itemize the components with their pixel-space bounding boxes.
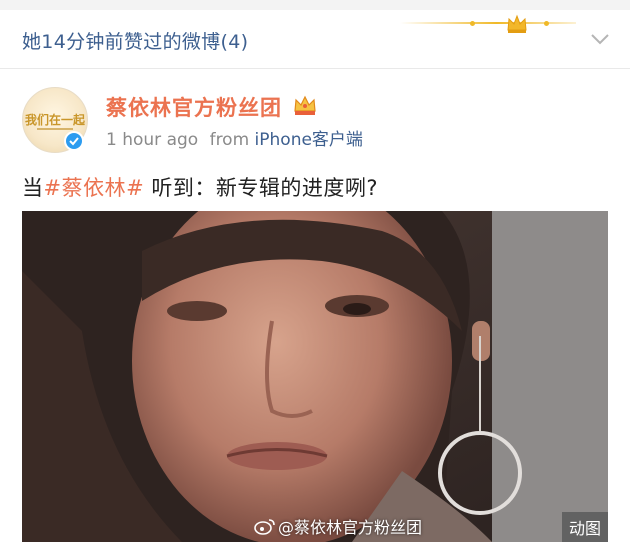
post-time: 1 hour ago	[106, 130, 199, 150]
verified-icon	[66, 133, 82, 149]
chevron-down-icon[interactable]	[590, 32, 610, 46]
post-author-name[interactable]: 蔡依林官方粉丝团	[106, 92, 282, 122]
post-text-suffix: 听到：新专辑的进度咧?	[144, 176, 379, 200]
post-gif-image[interactable]: @蔡依林官方粉丝团 动图	[22, 211, 608, 542]
decor-line	[400, 22, 576, 24]
decor-dot	[470, 21, 475, 26]
member-crown-icon[interactable]	[292, 94, 318, 116]
top-strip	[0, 0, 630, 10]
liked-posts-title: 她14分钟前赞过的微博(4)	[22, 31, 249, 53]
gif-badge: 动图	[562, 512, 608, 542]
verified-badge	[64, 131, 84, 151]
weibo-logo-icon	[254, 519, 275, 535]
decor-dot	[544, 21, 549, 26]
watermark-text: @蔡依林官方粉丝团	[278, 518, 423, 537]
post-source[interactable]: iPhone客户端	[255, 130, 363, 150]
hashtag-link[interactable]: #蔡依林#	[44, 176, 145, 200]
crown-icon	[507, 14, 527, 33]
gif-frame	[22, 211, 608, 542]
post-meta: 1 hour ago from iPhone客户端	[106, 125, 363, 150]
post-from-label: from	[209, 130, 250, 150]
post-text: 当#蔡依林# 听到：新专辑的进度咧?	[22, 172, 378, 202]
watermark: @蔡依林官方粉丝团	[254, 514, 422, 538]
liked-posts-header[interactable]: 她14分钟前赞过的微博(4)	[0, 10, 630, 69]
post-text-prefix: 当	[22, 176, 44, 200]
svg-text:我们在一起: 我们在一起	[25, 112, 86, 127]
